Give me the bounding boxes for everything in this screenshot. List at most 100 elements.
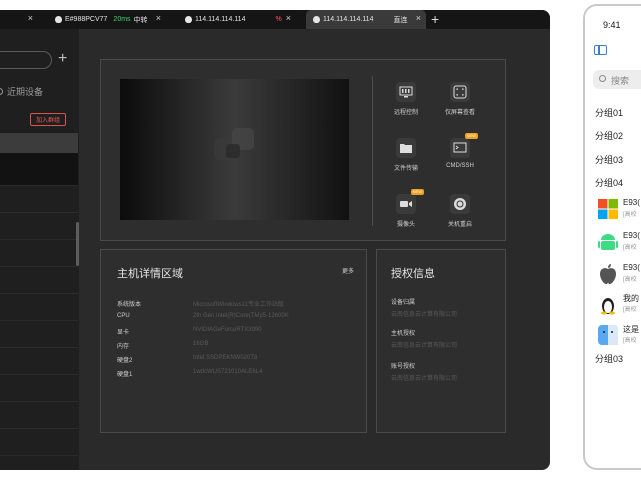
more-link[interactable]: 更多 [342, 266, 354, 275]
list-item[interactable] [0, 212, 78, 240]
list-item[interactable] [0, 185, 78, 213]
new-badge: NEW [464, 133, 478, 139]
group-item[interactable]: 分组02 [595, 129, 623, 142]
apple-icon [313, 16, 320, 23]
device-sidebar: + 近期设备 加入群组 [0, 29, 79, 470]
power-label: 关机重启 [447, 222, 472, 228]
host-row: 系统版本 [117, 302, 142, 308]
screen-preview[interactable] [120, 79, 349, 220]
close-icon[interactable]: × [286, 14, 291, 23]
device-name: E93( [623, 231, 640, 240]
device-item[interactable]: E93( [高校 [597, 231, 640, 258]
list-item[interactable] [0, 401, 78, 429]
search-input[interactable]: 搜索 [593, 70, 641, 89]
apple-icon [185, 16, 192, 23]
device-item[interactable]: 我的 [高校 [597, 293, 639, 320]
close-icon[interactable]: × [156, 14, 161, 23]
search-input[interactable] [0, 51, 52, 69]
host-row-value: Intel SSDPEKNW020T8 [193, 355, 258, 361]
list-item[interactable] [0, 153, 78, 186]
host-row: 显卡 [117, 330, 130, 336]
host-row-value: 1wdcWUS721010ALE6L4 [193, 369, 263, 375]
list-item[interactable] [0, 239, 78, 267]
apple-icon [55, 16, 62, 23]
device-subtitle: [高校 [623, 245, 637, 251]
search-icon [599, 75, 606, 82]
remote-control-label: 远程控制 [393, 110, 418, 116]
new-badge: NEW [410, 189, 424, 195]
host-row: CPU [117, 313, 130, 319]
tab-previous[interactable]: × [0, 10, 38, 29]
tab-device-label: E#988PCV77 [65, 16, 108, 23]
divider [372, 76, 373, 226]
list-item[interactable] [0, 374, 78, 402]
file-transfer-label: 文件传输 [393, 166, 418, 172]
group-item[interactable]: 分组04 [595, 176, 623, 189]
remote-control-icon [396, 82, 416, 102]
remote-control-button[interactable]: 远程控制 [382, 82, 430, 116]
cmd-ssh-button[interactable]: NEW CMD/SSH [436, 133, 484, 169]
tab-device-2[interactable]: 114.114.114.114 % × [178, 10, 296, 29]
add-device-button[interactable]: + [58, 51, 67, 67]
group-item[interactable]: 分组03 [595, 352, 623, 365]
device-item[interactable]: E93( [高校 [597, 263, 640, 290]
device-name: 我的 [623, 294, 639, 303]
add-tab-button[interactable]: + [431, 11, 439, 27]
auth-row-value: 云南信息云计算有限公司 [391, 312, 458, 318]
android-icon [598, 234, 618, 250]
auth-row-key: 账号授权 [391, 364, 416, 370]
scrollbar[interactable] [76, 222, 79, 266]
host-row-value: 16GB [193, 341, 209, 347]
mobile-app-preview: 9:41 搜索 分组01 分组02 分组03 分组04 E93( [高校 E93… [583, 4, 641, 470]
device-subtitle: [高校 [623, 277, 637, 283]
list-item[interactable] [0, 428, 78, 456]
auth-row-value: 云南信息云计算有限公司 [391, 376, 458, 382]
camera-button[interactable]: NEW 摄像头 [382, 189, 430, 228]
device-subtitle: [高校 [623, 212, 637, 218]
sidebar-toggle-icon[interactable] [594, 45, 607, 55]
latency-label: 20ms [113, 16, 131, 23]
close-icon[interactable]: × [28, 14, 33, 23]
auth-row-key: 主机授权 [391, 331, 416, 337]
list-item[interactable] [0, 320, 78, 348]
host-row-value: 2th Gen Intel(R)Core(TM)i5-12600K [193, 313, 289, 319]
device-name: 这是 [623, 325, 639, 334]
apple-icon [600, 264, 616, 284]
auth-info-title: 授权信息 [391, 268, 435, 280]
search-placeholder: 搜索 [611, 76, 630, 86]
close-icon[interactable]: × [416, 14, 421, 23]
device-name: E93( [623, 263, 640, 272]
folder-icon [396, 138, 416, 158]
windows-icon [598, 199, 618, 219]
screen-view-label: 仅屏幕查看 [444, 110, 475, 116]
mode-label: 直连 [393, 16, 408, 24]
host-details-panel: 主机详情区域 更多 系统版本 MicrosoftWindows11专业工作站版 … [100, 249, 367, 433]
auth-info-panel: 授权信息 设备归属 云南信息云计算有限公司 主机授权 云南信息云计算有限公司 账… [376, 249, 506, 433]
file-transfer-button[interactable]: 文件传输 [382, 138, 430, 172]
app-logo-icon [214, 128, 254, 160]
device-item[interactable]: E93( [高校 [597, 198, 640, 225]
auth-row-value: 云南信息云计算有限公司 [391, 343, 458, 349]
list-item[interactable] [0, 266, 78, 294]
status-label: % [275, 16, 282, 23]
host-row: 内存 [117, 344, 130, 350]
group-item[interactable]: 分组01 [595, 106, 623, 119]
tab-device-3[interactable]: 114.114.114.114 直连 × [306, 10, 426, 29]
clock-icon [0, 88, 3, 95]
camera-label: 摄像头 [396, 222, 415, 228]
list-item[interactable] [0, 293, 78, 321]
device-item[interactable]: 这是 [高校 [597, 324, 639, 351]
group-item[interactable]: 分组03 [595, 153, 623, 166]
join-group-button[interactable]: 加入群组 [30, 113, 66, 126]
tab-device-1[interactable]: E#988PCV77 20ms 中转 × [48, 10, 166, 29]
list-item[interactable] [0, 347, 78, 375]
recent-devices[interactable]: 近期设备 [0, 85, 43, 98]
screen-view-icon [450, 82, 470, 102]
list-item[interactable] [0, 133, 78, 154]
camera-icon: NEW [396, 189, 424, 214]
power-button[interactable]: 关机重启 [436, 194, 484, 228]
device-subtitle: [高校 [623, 338, 637, 344]
host-row-value: NVIDIAGeForceRTX3090 [193, 327, 262, 333]
screen-view-button[interactable]: 仅屏幕查看 [436, 82, 484, 116]
linux-icon [601, 298, 615, 315]
